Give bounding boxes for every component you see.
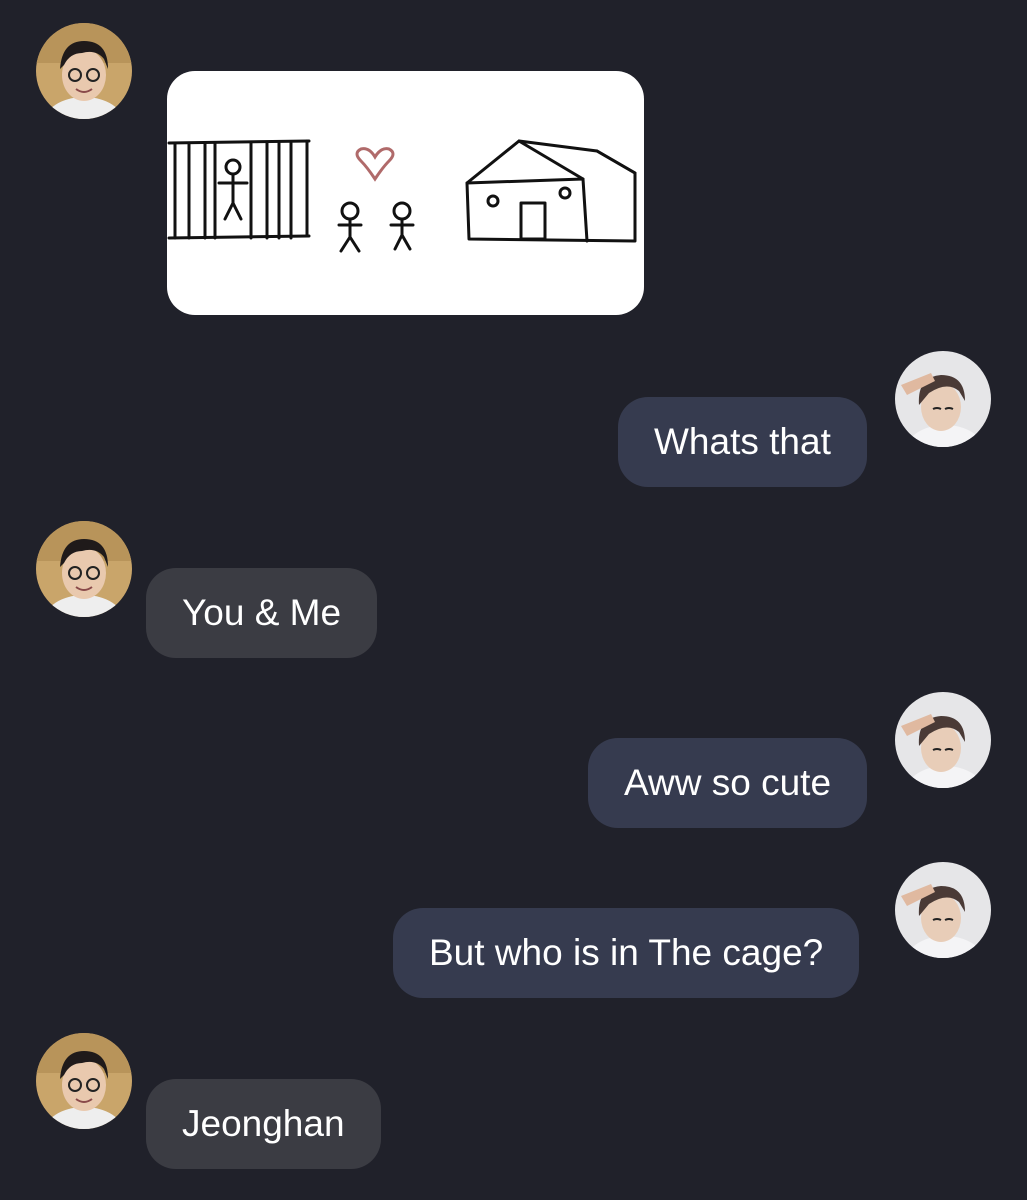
message-text: You & Me (182, 592, 342, 633)
message-bubble-outgoing[interactable]: Whats that (618, 397, 867, 487)
avatar-self[interactable] (895, 351, 991, 447)
drawing-image-bubble[interactable] (167, 71, 644, 315)
message-text: Jeonghan (182, 1103, 345, 1144)
avatar-person-glasses-icon (36, 23, 132, 119)
avatar-person-peace-sign-icon (895, 351, 991, 447)
avatar-other[interactable] (36, 23, 132, 119)
message-bubble-outgoing[interactable]: But who is in The cage? (393, 908, 860, 998)
avatar-person-peace-sign-icon (895, 692, 991, 788)
avatar-person-peace-sign-icon (895, 862, 991, 958)
avatar-self[interactable] (895, 862, 991, 958)
avatar-person-glasses-icon (36, 521, 132, 617)
drawing-cage-couple-house-icon (167, 139, 637, 253)
avatar-self[interactable] (895, 692, 991, 788)
avatar-person-glasses-icon (36, 1033, 132, 1129)
avatar-other[interactable] (36, 1033, 132, 1129)
message-bubble-incoming[interactable]: Jeonghan (146, 1079, 381, 1169)
avatar-other[interactable] (36, 521, 132, 617)
message-bubble-outgoing[interactable]: Aww so cute (588, 738, 868, 828)
message-text: Aww so cute (624, 762, 832, 803)
message-text: But who is in The cage? (429, 932, 824, 973)
message-bubble-incoming[interactable]: You & Me (146, 568, 378, 658)
message-text: Whats that (654, 421, 831, 462)
